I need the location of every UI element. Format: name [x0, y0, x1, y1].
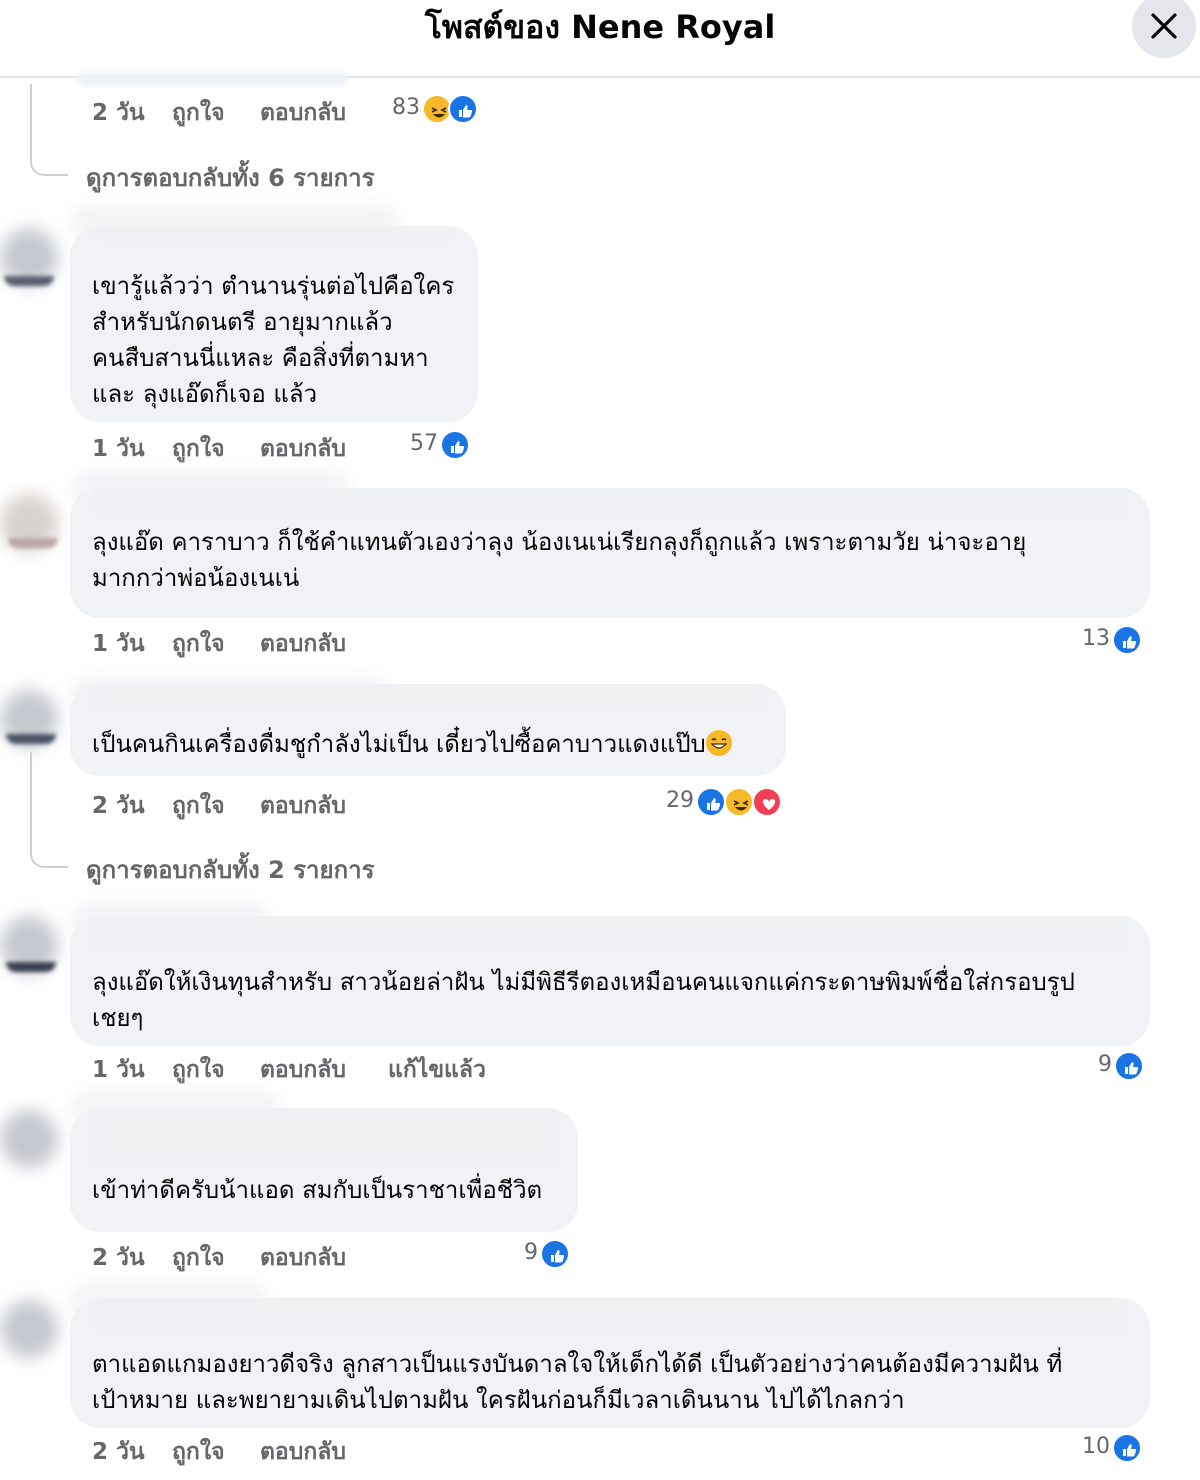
commenter-name[interactable]	[92, 684, 764, 714]
comment-text: เป็นคนกินเครื่องดื่มชูกำลังไม่เป็น เดี๋ย…	[92, 726, 764, 762]
comment-time[interactable]: 2 วัน	[92, 788, 145, 824]
like-link[interactable]: ถูกใจ	[172, 1240, 225, 1276]
comment-text: ตาแอดแกมองยาวดีจริง ลูกสาวเป็นแรงบันดาลใ…	[92, 1350, 1063, 1414]
commenter-name[interactable]	[92, 1108, 556, 1168]
reaction-summary[interactable]: 29	[666, 787, 782, 817]
avatar-edge	[8, 538, 58, 548]
reply-link[interactable]: ตอบกลับ	[260, 626, 346, 662]
reaction-summary[interactable]: 9	[524, 1239, 572, 1269]
like-reaction-icon	[1112, 1433, 1142, 1463]
comment-meta: 1 วัน ถูกใจ ตอบกลับ	[92, 626, 512, 657]
reaction-summary[interactable]: 10	[1082, 1433, 1144, 1463]
edited-label[interactable]: แก้ไขแล้ว	[388, 1052, 486, 1088]
love-reaction-icon	[752, 787, 782, 817]
reaction-summary[interactable]: 13	[1082, 625, 1144, 655]
comment-meta: 2 วัน ถูกใจ ตอบกลับ	[92, 1434, 512, 1465]
avatar-edge	[4, 276, 54, 286]
thread-connector	[30, 150, 68, 176]
comment-time[interactable]: 1 วัน	[92, 431, 145, 467]
reaction-count: 13	[1082, 626, 1110, 651]
haha-reaction-icon	[724, 787, 754, 817]
thread-line	[30, 752, 32, 846]
like-link[interactable]: ถูกใจ	[172, 431, 225, 467]
avatar	[0, 1110, 58, 1168]
comment-text: ลุงแอ๊ด คาราบาว ก็ใช้คำแทนตัวเองว่าลุง น…	[92, 528, 1027, 592]
reaction-count: 29	[666, 788, 694, 813]
commenter-name[interactable]	[92, 916, 1128, 956]
comment-text: เข้าท่าดีครับน้าแอด สมกับเป็นราชาเพื่อชี…	[92, 1176, 543, 1204]
reaction-summary[interactable]: 9	[1098, 1051, 1146, 1081]
reply-link[interactable]: ตอบกลับ	[260, 1052, 346, 1088]
comment-meta: 2 วัน ถูกใจ ตอบกลับ	[92, 1240, 512, 1271]
reaction-count: 9	[524, 1240, 538, 1265]
like-link[interactable]: ถูกใจ	[172, 626, 225, 662]
commenter-name[interactable]	[92, 226, 456, 244]
commenter-name[interactable]	[92, 488, 1128, 518]
reaction-count: 10	[1082, 1434, 1110, 1459]
avatar-edge	[6, 734, 56, 744]
comment-meta: 2 วัน ถูกใจ ตอบกลับ	[92, 788, 512, 819]
comment-text-content: เป็นคนกินเครื่องดื่มชูกำลังไม่เป็น เดี๋ย…	[92, 730, 706, 758]
dialog-title: โพสต์ของ Nene Royal	[424, 8, 776, 46]
like-reaction-icon	[1114, 1051, 1144, 1081]
dialog-header: โพสต์ของ Nene Royal	[0, 0, 1200, 78]
comment-time[interactable]: 1 วัน	[92, 626, 145, 662]
like-link[interactable]: ถูกใจ	[172, 1434, 225, 1470]
like-link[interactable]: ถูกใจ	[172, 95, 225, 131]
reaction-count: 57	[410, 431, 438, 456]
comment-meta: 1 วัน ถูกใจ ตอบกลับ แก้ไขแล้ว	[92, 1052, 612, 1083]
comment-bubble: เข้าท่าดีครับน้าแอด สมกับเป็นราชาเพื่อชี…	[70, 1108, 578, 1232]
like-reaction-icon	[540, 1239, 570, 1269]
thread-line	[30, 84, 32, 154]
like-reaction-icon	[696, 787, 726, 817]
comment-text: ลุงแอ๊ดให้เงินทุนสำหรับ สาวน้อยล่าฝัน ไม…	[92, 968, 1075, 1032]
comment-time[interactable]: 2 วัน	[92, 1434, 145, 1470]
reply-link[interactable]: ตอบกลับ	[260, 788, 346, 824]
comment-bubble: เขารู้แล้วว่า ตำนานรุ่นต่อไปคือใคร สำหรั…	[70, 226, 478, 422]
comment-text: เขารู้แล้วว่า ตำนานรุ่นต่อไปคือใคร สำหรั…	[92, 272, 455, 408]
reply-link[interactable]: ตอบกลับ	[260, 1240, 346, 1276]
reaction-summary[interactable]: 57	[410, 430, 472, 460]
comment-time[interactable]: 1 วัน	[92, 1052, 145, 1088]
like-reaction-icon	[1112, 625, 1142, 655]
like-link[interactable]: ถูกใจ	[172, 788, 225, 824]
comment-bubble: ตาแอดแกมองยาวดีจริง ลูกสาวเป็นแรงบันดาลใ…	[70, 1298, 1150, 1428]
comment-bubble: ลุงแอ๊ดให้เงินทุนสำหรับ สาวน้อยล่าฝัน ไม…	[70, 916, 1150, 1046]
view-replies-link[interactable]: ดูการตอบกลับทั้ง 2 รายการ	[86, 850, 374, 889]
reply-link[interactable]: ตอบกลับ	[260, 1434, 346, 1470]
comment-bubble: เป็นคนกินเครื่องดื่มชูกำลังไม่เป็น เดี๋ย…	[70, 684, 786, 776]
partial-comment-bubble	[78, 72, 348, 86]
grinning-emoji-icon	[705, 730, 732, 756]
like-reaction-icon	[440, 430, 470, 460]
close-icon	[1151, 13, 1177, 39]
like-reaction-icon	[448, 94, 478, 124]
avatar-edge	[6, 962, 56, 972]
reply-link[interactable]: ตอบกลับ	[260, 95, 346, 131]
avatar	[0, 1300, 58, 1358]
like-link[interactable]: ถูกใจ	[172, 1052, 225, 1088]
commenter-name[interactable]	[92, 1298, 1128, 1338]
comment-time[interactable]: 2 วัน	[92, 1240, 145, 1276]
comment-bubble: ลุงแอ๊ด คาราบาว ก็ใช้คำแทนตัวเองว่าลุง น…	[70, 488, 1150, 618]
reaction-count: 83	[392, 95, 420, 120]
reaction-count: 9	[1098, 1052, 1112, 1077]
reply-link[interactable]: ตอบกลับ	[260, 431, 346, 467]
thread-connector	[30, 842, 68, 868]
view-replies-link[interactable]: ดูการตอบกลับทั้ง 6 รายการ	[86, 158, 374, 197]
comment-time[interactable]: 2 วัน	[92, 95, 145, 131]
reaction-summary[interactable]: 83	[392, 94, 482, 124]
